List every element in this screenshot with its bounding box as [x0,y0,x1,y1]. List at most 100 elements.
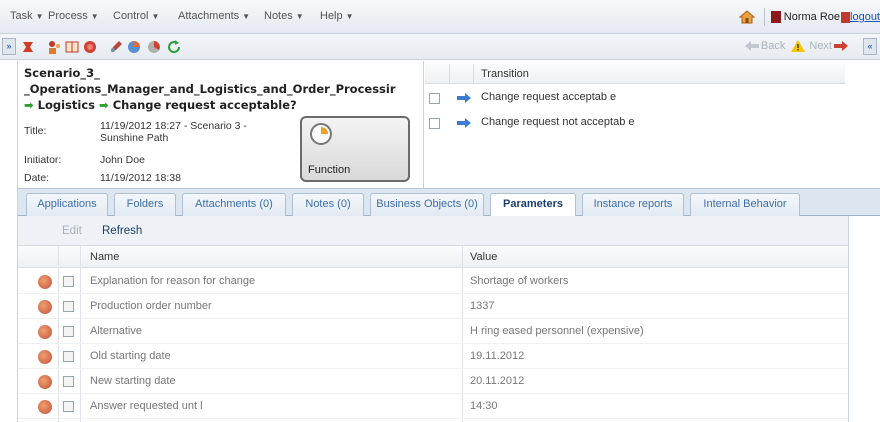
initiator-value: John Doe [100,154,145,166]
parameter-name: Answer requested unt l [90,400,203,412]
next-button[interactable]: Next [809,40,832,52]
chart-icon[interactable] [126,39,142,55]
parameter-icon [38,275,52,289]
transition-checkbox[interactable] [429,93,440,104]
logout-link[interactable]: logout [850,11,880,23]
parameters-table: Name Value Explanation for reason for ch… [18,246,848,422]
arrow-right-icon: ➡ [99,98,109,112]
row-checkbox[interactable] [63,376,74,387]
tab-attachments[interactable]: Attachments (0) [182,193,286,217]
left-frame [0,61,18,422]
grid-toolbar: Edit Refresh [18,216,848,246]
home-icon[interactable] [738,9,756,25]
table-row[interactable]: Answer requested unt l 14:30 [18,394,848,419]
row-checkbox[interactable] [63,276,74,287]
menu-control[interactable]: Control ▼ [113,10,159,22]
table-row[interactable]: New starting date 20.11.2012 [18,369,848,394]
date-label: Date: [24,172,50,184]
transition-table: Transition Change request acceptab e Cha… [425,61,845,188]
tab-folders[interactable]: Folders [114,193,176,217]
back-arrow-icon[interactable] [744,41,759,51]
transition-row[interactable]: Change request not acceptab e [425,111,845,135]
edit-icon[interactable] [108,39,124,55]
transition-checkbox[interactable] [429,118,440,129]
parameter-value: Shortage of workers [470,275,569,287]
row-checkbox[interactable] [63,326,74,337]
next-arrow-icon[interactable] [834,41,848,51]
book-icon[interactable] [64,39,80,55]
edit-button[interactable]: Edit [62,225,82,237]
parameter-icon [38,400,52,414]
menu-process[interactable]: Process ▼ [48,10,99,22]
parameter-name: Production order number [90,300,212,312]
user-icon [770,11,781,23]
tab-business-objects[interactable]: Business Objects (0) [370,193,484,217]
warning-icon [791,40,806,52]
title-value: 11/19/2012 18:27 - Scenario 3 - Sunshine… [100,120,247,144]
name-column-header[interactable]: Name [90,251,119,263]
parameters-header: Name Value [18,246,848,268]
transition-arrow-icon [457,118,471,128]
transition-column-header: Transition [481,68,529,80]
history-icon[interactable] [146,39,162,55]
menu-task[interactable]: Task ▼ [10,10,44,22]
row-checkbox[interactable] [63,401,74,412]
row-checkbox[interactable] [63,351,74,362]
transition-label[interactable]: Change request acceptab e [481,91,616,103]
menu-bar: Task ▼ Process ▼ Control ▼ Attachments ▼ Not… [0,0,880,34]
transition-arrow-icon [457,93,471,103]
record-icon[interactable] [82,39,98,55]
tab-applications[interactable]: Applications [26,193,108,217]
navigation: Back Next [744,40,848,52]
menu-attachments[interactable]: Attachments ▼ [178,10,250,22]
menu-help[interactable]: Help ▼ [320,10,354,22]
table-row[interactable]: Old starting date 19.11.2012 [18,344,848,369]
tab-parameters[interactable]: Parameters [490,193,576,218]
toolbar: » Back Next « [0,34,880,60]
function-button[interactable]: Function [300,116,410,182]
date-value: 11/19/2012 18:38 [100,172,181,184]
parameter-value: H ring eased personnel (expensive) [470,325,644,337]
menu-notes[interactable]: Notes ▼ [264,10,304,22]
parameter-icon [38,325,52,339]
transition-row[interactable]: Change request acceptab e [425,86,845,110]
parameter-name: New starting date [90,375,176,387]
function-icon [310,123,332,145]
parameter-icon [38,350,52,364]
separator [763,8,765,26]
logout-icon[interactable] [841,11,851,23]
table-row[interactable]: Alternative H ring eased personnel (expe… [18,319,848,344]
parameter-value: 20.11.2012 [470,375,525,387]
right-frame [848,216,880,422]
parameter-name: Old starting date [90,350,171,362]
organization-icon[interactable] [46,39,62,55]
parameter-value: 1337 [470,300,495,312]
title-label: Title: [24,125,47,137]
tab-notes[interactable]: Notes (0) [292,193,364,217]
table-row[interactable]: Production order number 1337 [18,294,848,319]
tab-strip: Applications Folders Attachments (0) Not… [18,188,880,218]
tab-instance-reports[interactable]: Instance reports [582,193,684,217]
scenario-title: Scenario_3_ _Operations_Manager_and_Logi… [24,66,396,112]
table-row[interactable]: Explanation for reason for change Shorta… [18,269,848,294]
collapse-right-icon[interactable]: « [863,38,877,55]
back-button[interactable]: Back [761,40,785,52]
refresh-icon[interactable] [166,39,182,55]
parameter-icon [38,300,52,314]
transition-label[interactable]: Change request not acceptab e [481,116,635,128]
tab-internal-behavior[interactable]: Internal Behavior [690,193,800,217]
parameter-value: 19.11.2012 [470,350,525,362]
expand-left-icon[interactable]: » [2,38,16,55]
parameter-icon [38,375,52,389]
parameter-value: 14:30 [470,400,498,412]
value-column-header[interactable]: Value [470,251,497,263]
process-icon[interactable] [20,39,36,55]
row-checkbox[interactable] [63,301,74,312]
refresh-button[interactable]: Refresh [102,225,142,237]
initiator-label: Initiator: [24,154,62,166]
arrow-right-icon: ➡ [24,98,34,112]
scenario-info-panel: Scenario_3_ _Operations_Manager_and_Logi… [18,61,424,188]
parameter-name: Alternative [90,325,142,337]
user-area: Norma Roe logout [738,8,880,26]
function-label: Function [308,164,351,176]
